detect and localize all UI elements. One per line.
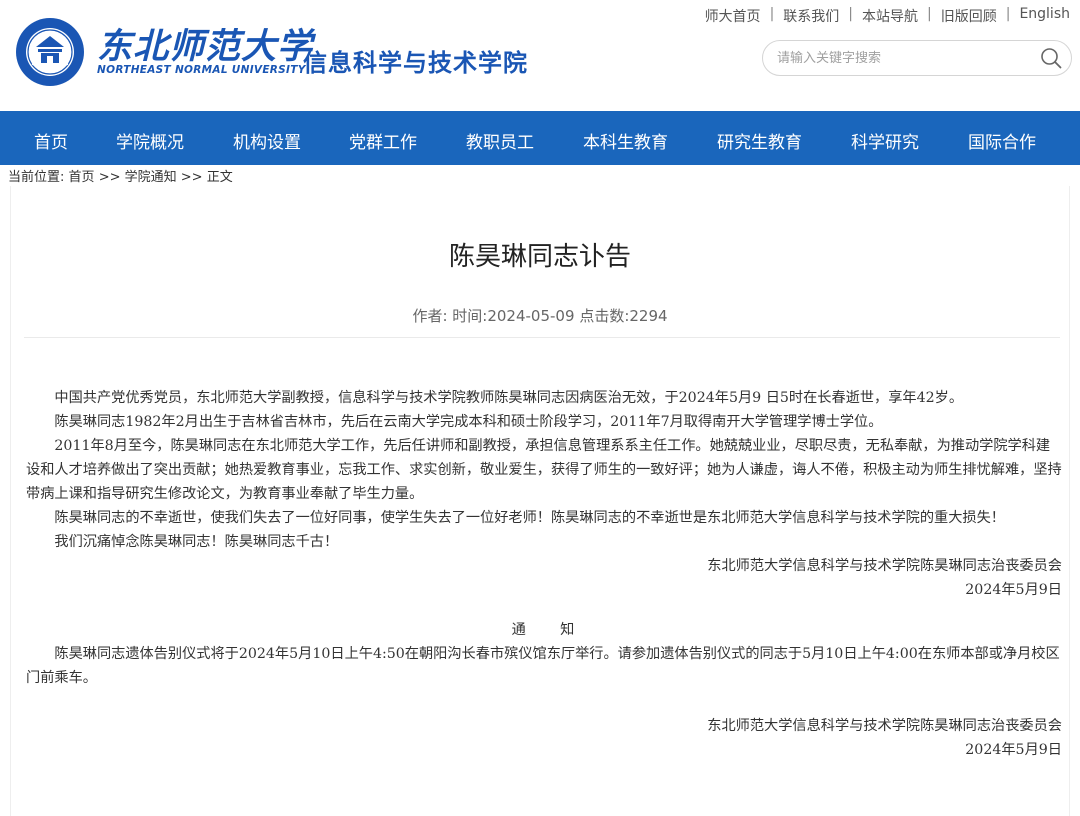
notice-signature: 东北师范大学信息科学与技术学院陈昊琳同志治丧委员会: [707, 718, 1062, 734]
nav-item-party[interactable]: 党群工作: [349, 128, 417, 153]
separator: |: [927, 6, 932, 22]
search-icon[interactable]: [1039, 46, 1063, 70]
article-title: 陈昊琳同志讣告: [448, 242, 631, 272]
university-name-cn[interactable]: 东北师范大学: [97, 18, 313, 69]
paragraph: 2011年8月至今，陈昊琳同志在东北师范大学工作，先后任讲师和副教授，承担信息管…: [26, 438, 1062, 502]
notice-heading: 通 知: [511, 622, 577, 638]
breadcrumb-home[interactable]: 首页: [69, 170, 95, 185]
nav-item-graduate[interactable]: 研究生教育: [717, 128, 802, 153]
clicks-label: 点击数:: [579, 307, 630, 325]
search-input[interactable]: [777, 49, 1027, 67]
paragraph: 中国共产党优秀党员，东北师范大学副教授，信息科学与技术学院教师陈昊琳同志因病医治…: [54, 390, 964, 406]
college-name[interactable]: 信息科学与技术学院: [303, 43, 528, 78]
nav-item-home[interactable]: 首页: [34, 128, 68, 153]
top-link-home[interactable]: 师大首页: [705, 6, 761, 26]
nav-item-faculty[interactable]: 教职员工: [466, 128, 534, 153]
breadcrumb-notices[interactable]: 学院通知: [125, 170, 177, 185]
top-link-contact[interactable]: 联系我们: [783, 6, 839, 26]
click-count: 2294: [629, 307, 668, 325]
nav-item-international[interactable]: 国际合作: [968, 128, 1036, 153]
nav-item-about[interactable]: 学院概况: [116, 128, 184, 153]
top-link-old-version[interactable]: 旧版回顾: [941, 6, 997, 26]
separator: |: [769, 6, 775, 22]
article-meta: 作者: 时间:2024-05-09 点击数:2294: [0, 305, 1080, 326]
breadcrumb: 当前位置: 首页 >> 学院通知 >> 正文: [8, 166, 233, 185]
divider: [24, 337, 1060, 338]
nav-item-departments[interactable]: 机构设置: [233, 128, 301, 153]
site-header: 东北师范大学 NORTHEAST NORMAL UNIVERSITY 信息科学与…: [0, 0, 1080, 110]
separator: |: [848, 6, 853, 22]
notice-text: 陈昊琳同志遗体告别仪式将于2024年5月10日上午4:50在朝阳沟长春市殡仪馆东…: [26, 646, 1060, 686]
top-links: 师大首页 | 联系我们 | 本站导航 | 旧版回顾 | English: [705, 6, 1070, 26]
paragraph: 我们沉痛悼念陈昊琳同志！陈昊琳同志千古！: [54, 534, 339, 550]
notice-date: 2024年5月9日: [965, 742, 1062, 758]
author-label: 作者:: [412, 307, 448, 325]
signature: 东北师范大学信息科学与技术学院陈昊琳同志治丧委员会: [707, 558, 1062, 574]
paragraph: 陈昊琳同志1982年2月出生于吉林省吉林市，先后在云南大学完成本科和硕士阶段学习…: [54, 414, 883, 430]
separator: |: [1005, 6, 1011, 22]
time-label: 时间:: [452, 307, 488, 325]
signature-date: 2024年5月9日: [965, 582, 1062, 598]
main-nav: 首页 学院概况 机构设置 党群工作 教职员工 本科生教育 研究生教育 科学研究 …: [0, 111, 1080, 165]
nav-item-research[interactable]: 科学研究: [851, 128, 919, 153]
nav-item-undergraduate[interactable]: 本科生教育: [583, 128, 668, 153]
breadcrumb-separator: >>: [180, 170, 203, 185]
breadcrumb-current: 正文: [206, 170, 233, 185]
breadcrumb-separator: >>: [98, 170, 121, 185]
article-body: 中国共产党优秀党员，东北师范大学副教授，信息科学与技术学院教师陈昊琳同志因病医治…: [26, 386, 1062, 762]
breadcrumb-prefix: 当前位置:: [8, 170, 65, 185]
university-seal-icon[interactable]: [14, 16, 86, 88]
search-box: [762, 40, 1072, 76]
top-link-sitemap[interactable]: 本站导航: [862, 6, 918, 26]
top-link-english[interactable]: English: [1019, 6, 1070, 26]
university-name-en[interactable]: NORTHEAST NORMAL UNIVERSITY: [97, 64, 306, 76]
paragraph: 陈昊琳同志的不幸逝世，使我们失去了一位好同事，使学生失去了一位好老师！陈昊琳同志…: [54, 510, 1005, 526]
article-date: 2024-05-09: [487, 307, 575, 325]
